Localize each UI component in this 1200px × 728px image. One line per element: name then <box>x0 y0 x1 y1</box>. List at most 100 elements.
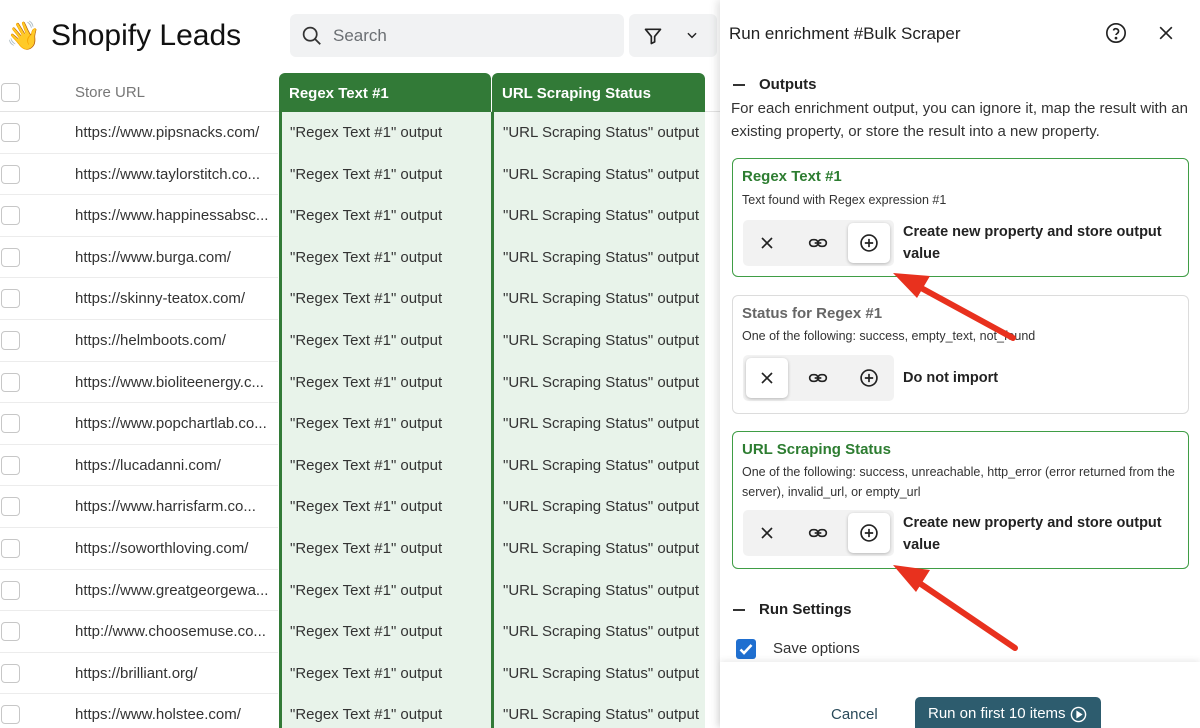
search-input[interactable]: Search <box>290 14 624 57</box>
plus-circle-icon <box>860 524 878 542</box>
regex-text-cell: "Regex Text #1" output <box>290 664 443 682</box>
row-checkbox[interactable] <box>1 289 20 309</box>
card-title: URL Scraping Status <box>742 441 891 458</box>
store-url-cell[interactable]: https://www.taylorstitch.co... <box>75 166 273 183</box>
plus-circle-icon <box>860 369 878 387</box>
store-url-cell[interactable]: https://brilliant.org/ <box>75 665 273 682</box>
store-url-cell[interactable]: https://www.happinessabsc... <box>75 207 273 224</box>
table-row[interactable]: https://www.holstee.com/ "Regex Text #1" … <box>0 694 720 728</box>
row-checkbox[interactable] <box>1 164 20 184</box>
arrow-annotation-1 <box>893 273 1016 341</box>
filter-button[interactable] <box>629 14 717 57</box>
table-row[interactable]: https://www.pipsnacks.com/ "Regex Text #1… <box>0 112 720 154</box>
output-action-group <box>743 510 894 556</box>
regex-text-cell: "Regex Text #1" output <box>290 706 443 724</box>
store-url-cell[interactable]: http://www.choosemuse.co... <box>75 623 273 640</box>
table-row[interactable]: https://helmboots.com/ "Regex Text #1" ou… <box>0 320 720 362</box>
store-url-cell[interactable]: https://helmboots.com/ <box>75 332 273 349</box>
close-icon[interactable] <box>1156 23 1176 43</box>
column-header-url-scraping-status[interactable]: URL Scraping Status <box>492 73 705 113</box>
save-options-checkbox[interactable] <box>736 639 756 659</box>
row-checkbox[interactable] <box>1 539 20 558</box>
column-header-regex-text[interactable]: Regex Text #1 <box>279 73 491 113</box>
map-existing-button[interactable] <box>797 223 839 263</box>
table-row[interactable]: https://www.harrisfarm.co... "Regex Text … <box>0 486 720 528</box>
url-scraping-status-cell: "URL Scraping Status" output <box>503 373 700 391</box>
card-subtitle: Text found with Regex expression #1 <box>742 193 947 207</box>
map-existing-button[interactable] <box>797 513 839 553</box>
regex-text-cell: "Regex Text #1" output <box>290 581 443 599</box>
leads-view: 👋 Shopify Leads Search Store URL Regex T… <box>0 0 720 728</box>
table-row[interactable]: https://lucadanni.com/ "Regex Text #1" ou… <box>0 445 720 487</box>
url-scraping-status-cell: "URL Scraping Status" output <box>503 415 700 433</box>
help-icon[interactable] <box>1105 22 1127 44</box>
outputs-section-toggle[interactable]: Outputs <box>733 76 817 93</box>
play-circle-icon <box>1070 706 1087 723</box>
url-scraping-status-cell: "URL Scraping Status" output <box>503 207 700 225</box>
store-url-cell[interactable]: https://skinny-teatox.com/ <box>75 290 273 307</box>
store-url-cell[interactable]: https://www.popchartlab.co... <box>75 415 273 432</box>
run-button[interactable]: Run on first 10 items <box>915 697 1101 728</box>
run-settings-toggle[interactable]: Run Settings <box>733 601 852 618</box>
table-row[interactable]: https://soworthloving.com/ "Regex Text #1… <box>0 528 720 570</box>
row-checkbox[interactable] <box>1 622 20 642</box>
table-row[interactable]: https://brilliant.org/ "Regex Text #1" ou… <box>0 653 720 695</box>
store-url-cell[interactable]: https://www.bioliteenergy.c... <box>75 374 273 391</box>
cancel-button[interactable]: Cancel <box>831 706 878 723</box>
link-icon <box>808 373 828 383</box>
waving-hand-icon: 👋 <box>6 20 41 51</box>
row-checkbox[interactable] <box>1 123 20 142</box>
run-settings-heading: Run Settings <box>759 601 852 618</box>
store-url-cell[interactable]: https://www.burga.com/ <box>75 249 273 266</box>
close-icon <box>761 527 773 539</box>
table-row[interactable]: https://www.popchartlab.co... "Regex Text… <box>0 403 720 445</box>
regex-text-cell: "Regex Text #1" output <box>290 415 443 433</box>
plus-circle-icon <box>860 234 878 252</box>
regex-text-cell: "Regex Text #1" output <box>290 248 443 266</box>
store-url-cell[interactable]: https://www.pipsnacks.com/ <box>75 124 273 141</box>
store-url-cell[interactable]: https://www.harrisfarm.co... <box>75 498 273 515</box>
table-row[interactable]: https://skinny-teatox.com/ "Regex Text #1… <box>0 278 720 320</box>
row-checkbox[interactable] <box>1 206 20 226</box>
run-button-label: Run on first 10 items <box>928 705 1066 722</box>
row-checkbox[interactable] <box>1 247 20 267</box>
store-url-cell[interactable]: https://www.greatgeorgewa... <box>75 582 273 599</box>
row-checkbox[interactable] <box>1 372 20 392</box>
row-checkbox[interactable] <box>1 455 20 475</box>
outputs-heading: Outputs <box>759 76 817 93</box>
checkmark-icon <box>739 644 753 655</box>
filter-icon <box>644 28 662 45</box>
regex-text-cell: "Regex Text #1" output <box>290 332 443 349</box>
url-scraping-status-cell: "URL Scraping Status" output <box>503 664 700 682</box>
row-checkbox[interactable] <box>1 331 20 350</box>
close-icon <box>761 372 773 384</box>
store-url-cell[interactable]: https://www.holstee.com/ <box>75 706 273 723</box>
map-existing-button[interactable] <box>797 358 839 398</box>
store-url-cell[interactable]: https://soworthloving.com/ <box>75 540 273 557</box>
row-checkbox[interactable] <box>1 414 20 434</box>
regex-text-cell: "Regex Text #1" output <box>290 207 443 225</box>
ignore-button[interactable] <box>746 358 788 398</box>
url-scraping-status-cell: "URL Scraping Status" output <box>503 623 700 641</box>
table-row[interactable]: https://www.happinessabsc... "Regex Text … <box>0 195 720 237</box>
regex-text-cell: "Regex Text #1" output <box>290 373 443 391</box>
table-header: Store URL Regex Text #1 URL Scraping Sta… <box>0 72 720 113</box>
column-header-store-url[interactable]: Store URL <box>75 84 145 101</box>
row-checkbox[interactable] <box>1 663 20 683</box>
row-checkbox[interactable] <box>1 580 20 600</box>
panel-title: Run enrichment #Bulk Scraper <box>729 24 961 43</box>
ignore-button[interactable] <box>746 513 788 553</box>
collapse-icon <box>733 609 745 612</box>
table-row[interactable]: http://www.choosemuse.co... "Regex Text #… <box>0 611 720 653</box>
table-row[interactable]: https://www.burga.com/ "Regex Text #1" ou… <box>0 237 720 279</box>
table-row[interactable]: https://www.bioliteenergy.c... "Regex Tex… <box>0 362 720 404</box>
ignore-button[interactable] <box>746 223 788 263</box>
row-checkbox[interactable] <box>1 705 20 725</box>
table-row[interactable]: https://www.greatgeorgewa... "Regex Text … <box>0 570 720 612</box>
select-all-checkbox[interactable] <box>1 83 20 102</box>
store-url-cell[interactable]: https://lucadanni.com/ <box>75 457 273 474</box>
row-checkbox[interactable] <box>1 497 20 517</box>
table-row[interactable]: https://www.taylorstitch.co... "Regex Tex… <box>0 154 720 196</box>
close-icon <box>761 237 773 249</box>
card-title: Regex Text #1 <box>742 168 842 185</box>
